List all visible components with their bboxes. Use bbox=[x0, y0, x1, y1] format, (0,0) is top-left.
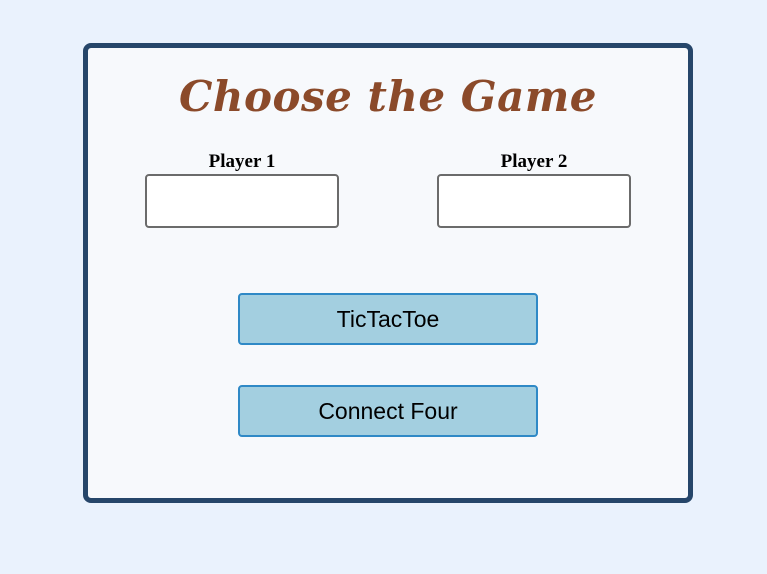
tictactoe-button[interactable]: TicTacToe bbox=[238, 293, 538, 345]
player-2-label: Player 2 bbox=[500, 151, 568, 172]
player-2-group: Player 2 bbox=[437, 152, 631, 228]
game-selection-card: Choose the Game Player 1 Player 2 TicTac… bbox=[83, 43, 693, 503]
player-1-label: Player 1 bbox=[208, 151, 276, 172]
page-title: Choose the Game bbox=[178, 72, 597, 121]
player-2-name-input[interactable] bbox=[437, 174, 631, 228]
player-1-name-input[interactable] bbox=[145, 174, 339, 228]
player-1-group: Player 1 bbox=[145, 152, 339, 228]
connect-four-button[interactable]: Connect Four bbox=[238, 385, 538, 437]
